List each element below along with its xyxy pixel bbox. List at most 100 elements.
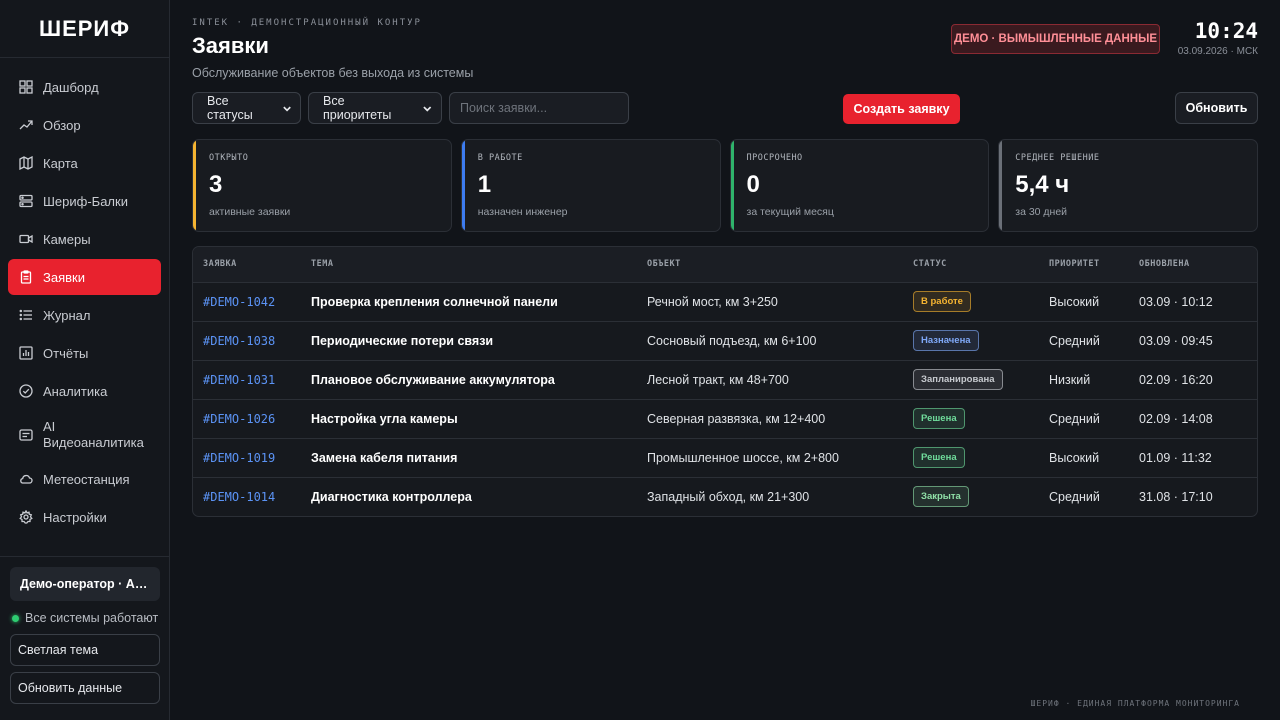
theme-toggle-button[interactable]: Светлая тема <box>10 634 160 666</box>
sidebar-item-overview[interactable]: Обзор <box>8 107 161 143</box>
sidebar: ШЕРИФ Дашборд Обзор Карта Шериф-Балки Ка… <box>0 0 170 720</box>
request-subject: Диагностика контроллера <box>311 489 472 504</box>
stat-caption: назначен инженер <box>477 206 568 218</box>
table-row[interactable]: #DEMO-1019 Замена кабеля питания Промышл… <box>193 438 1257 478</box>
stat-value: 0 <box>746 171 760 198</box>
request-updated: 31.08 · 17:10 <box>1139 489 1213 504</box>
request-object: Речной мост, км 3+250 <box>647 282 913 322</box>
table-row[interactable]: #DEMO-1031 Плановое обслуживание аккумул… <box>193 360 1257 400</box>
sidebar-item-requests[interactable]: Заявки <box>8 259 161 295</box>
status-badge: В работе <box>913 291 971 312</box>
request-subject: Периодические потери связи <box>311 321 647 361</box>
sidebar-item-sherif-balki[interactable]: Шериф-Балки <box>8 183 161 219</box>
request-object: Сосновый подъезд, км 6+100 <box>647 321 913 361</box>
stat-caption: за текущий месяц <box>746 206 834 218</box>
create-request-button[interactable]: Создать заявку <box>843 94 960 124</box>
priority-filter-select[interactable]: Все приоритеты <box>308 92 442 124</box>
sidebar-item-reports[interactable]: Отчёты <box>8 335 161 371</box>
stat-label: СРЕДНЕЕ РЕШЕНИЕ <box>1015 153 1100 163</box>
request-priority: Высокий <box>1049 282 1139 322</box>
stat-value: 3 <box>209 171 223 198</box>
stat-caption: активные заявки <box>209 206 291 218</box>
search-input[interactable] <box>449 92 629 124</box>
status-badge: Запланирована <box>913 369 1003 390</box>
request-priority: Средний <box>1049 489 1100 504</box>
sidebar-item-weather[interactable]: Метеостанция <box>8 461 161 497</box>
sidebar-item-label: Аналитика <box>43 383 108 399</box>
server-icon <box>19 194 33 208</box>
table-header-row: ЗАЯВКА ТЕМА ОБЪЕКТ СТАТУС ПРИОРИТЕТ ОБНО… <box>193 247 1257 283</box>
column-header[interactable]: ОБНОВЛЕНА <box>1139 247 1257 283</box>
table-row[interactable]: #DEMO-1026 Настройка угла камеры Северна… <box>193 399 1257 439</box>
column-header[interactable]: ОБЪЕКТ <box>647 247 913 283</box>
cloud-icon <box>19 472 33 486</box>
table-row[interactable]: #DEMO-1038 Периодические потери связи Со… <box>193 321 1257 361</box>
app-logo[interactable]: ШЕРИФ <box>0 0 169 58</box>
sidebar-nav: Дашборд Обзор Карта Шериф-Балки Камеры З… <box>0 58 169 535</box>
request-object: Лесной тракт, км 48+700 <box>647 360 913 400</box>
sidebar-item-label: Журнал <box>43 307 91 323</box>
status-badge: Решена <box>913 447 965 468</box>
sidebar-item-analytics[interactable]: Аналитика <box>8 373 161 409</box>
chevron-down-icon <box>423 105 432 112</box>
request-updated: 03.09 · 09:45 <box>1139 321 1257 361</box>
table-row[interactable]: #DEMO-1014 Диагностика контроллера Запад… <box>193 477 1257 516</box>
request-updated: 03.09 · 10:12 <box>1139 282 1257 322</box>
main-content: INTEK · ДЕМОНСТРАЦИОННЫЙ КОНТУР Заявки О… <box>192 0 1258 720</box>
sidebar-item-settings[interactable]: Настройки <box>8 499 161 535</box>
column-header[interactable]: ЗАЯВКА <box>193 247 311 283</box>
request-id-link[interactable]: #DEMO-1031 <box>203 373 275 387</box>
refresh-data-button[interactable]: Обновить данные <box>10 672 160 704</box>
request-updated: 02.09 · 16:20 <box>1139 360 1257 400</box>
user-card[interactable]: Демо-оператор · Адм <box>10 567 160 601</box>
sidebar-item-cameras[interactable]: Камеры <box>8 221 161 257</box>
requests-table: ЗАЯВКА ТЕМА ОБЪЕКТ СТАТУС ПРИОРИТЕТ ОБНО… <box>192 246 1258 517</box>
request-id-link[interactable]: #DEMO-1038 <box>203 334 275 348</box>
sidebar-item-label: Обзор <box>43 117 81 133</box>
request-id-link[interactable]: #DEMO-1014 <box>203 490 275 504</box>
page-subtitle: Обслуживание объектов без выхода из сист… <box>192 66 474 80</box>
status-badge: Назначена <box>913 330 979 351</box>
request-subject: Настройка угла камеры <box>311 399 647 439</box>
priority-filter-value: Все приоритеты <box>323 94 392 122</box>
sidebar-item-label: Шериф-Балки <box>43 193 128 209</box>
table-row[interactable]: #DEMO-1042 Проверка крепления солнечной … <box>193 282 1257 322</box>
sidebar-item-map[interactable]: Карта <box>8 145 161 181</box>
chevron-down-icon <box>283 106 291 112</box>
sidebar-item-label: Отчёты <box>43 345 89 361</box>
stats-row: ОТКРЫТО 3 активные заявки В РАБОТЕ 1 наз… <box>192 139 1258 232</box>
request-priority: Средний <box>1049 399 1139 439</box>
request-object: Северная развязка, км 12+400 <box>647 399 913 439</box>
filter-bar: Все статусы Все приоритеты <box>192 92 629 124</box>
sidebar-item-ai-video[interactable]: AI Видеоаналитика <box>8 411 161 459</box>
sidebar-item-dashboard[interactable]: Дашборд <box>8 69 161 105</box>
sidebar-item-label: Камеры <box>43 231 91 247</box>
request-updated: 02.09 · 14:08 <box>1139 399 1257 439</box>
stat-card-in-progress: В РАБОТЕ 1 назначен инженер <box>460 139 721 232</box>
column-header[interactable]: ПРИОРИТЕТ <box>1049 247 1139 283</box>
trend-icon <box>19 118 33 132</box>
check-circle-icon <box>19 384 33 398</box>
gear-icon <box>19 510 33 524</box>
stat-card-avg-resolution: СРЕДНЕЕ РЕШЕНИЕ 5,4 ч за 30 дней <box>998 139 1258 232</box>
request-id-link[interactable]: #DEMO-1042 <box>203 295 275 309</box>
video-ai-icon <box>19 428 33 442</box>
refresh-button[interactable]: Обновить <box>1175 92 1258 124</box>
column-header[interactable]: ТЕМА <box>311 247 647 283</box>
stat-card-overdue: ПРОСРОЧЕНО 0 за текущий месяц <box>729 139 990 232</box>
demo-badge: ДЕМО · ВЫМЫШЛЕННЫЕ ДАННЫЕ <box>951 24 1160 54</box>
list-icon <box>19 308 33 322</box>
stat-label: В РАБОТЕ <box>477 153 523 163</box>
map-icon <box>19 156 33 170</box>
sidebar-item-journal[interactable]: Журнал <box>8 297 161 333</box>
status-filter-select[interactable]: Все статусы <box>192 92 301 124</box>
request-id-link[interactable]: #DEMO-1019 <box>203 451 275 465</box>
request-priority: Высокий <box>1049 438 1139 478</box>
request-subject: Плановое обслуживание аккумулятора <box>311 360 647 400</box>
request-id-link[interactable]: #DEMO-1026 <box>203 412 275 426</box>
request-priority: Средний <box>1049 321 1139 361</box>
column-header[interactable]: СТАТУС <box>913 247 1049 283</box>
stat-card-open: ОТКРЫТО 3 активные заявки <box>192 139 452 232</box>
status-dot-icon <box>12 614 19 622</box>
sidebar-item-label: Настройки <box>43 509 107 525</box>
